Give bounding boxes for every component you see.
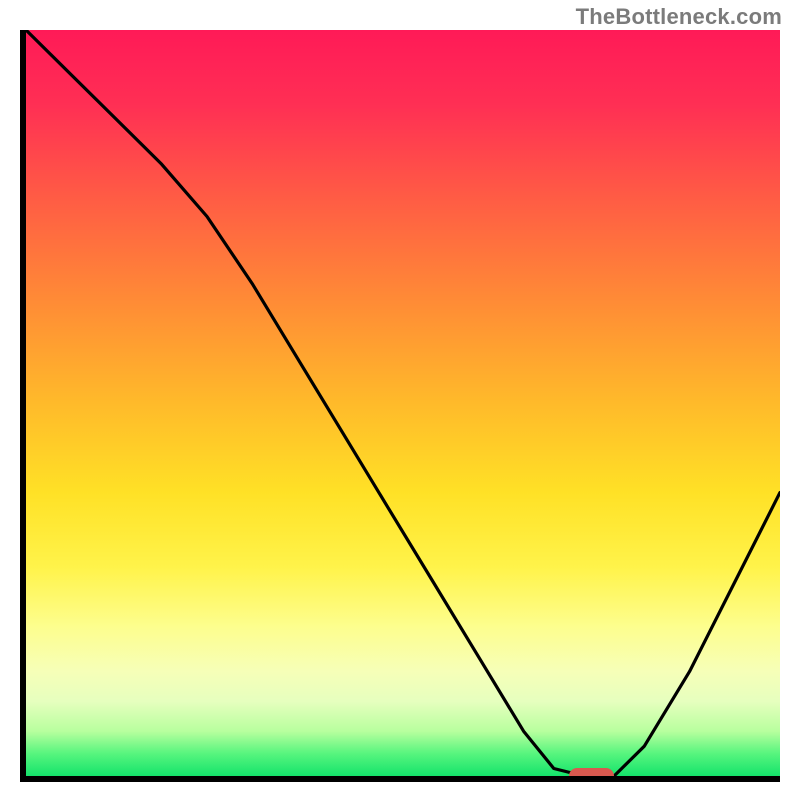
bottleneck-curve (26, 30, 780, 776)
optimal-marker (569, 768, 614, 776)
watermark-text: TheBottleneck.com (576, 4, 782, 30)
x-axis (20, 776, 780, 782)
chart-frame: TheBottleneck.com (0, 0, 800, 800)
plot-area (26, 30, 780, 776)
